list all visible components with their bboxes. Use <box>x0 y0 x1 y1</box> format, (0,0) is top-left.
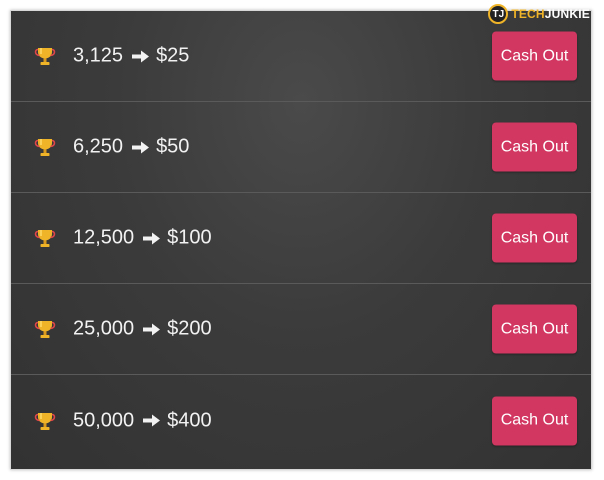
cash-out-button[interactable]: Cash Out <box>492 304 577 354</box>
cash-amount: $50 <box>156 135 190 158</box>
rewards-list: 3,125 $25 Cash Out 6,250 $50 Cash Out 12… <box>10 10 592 470</box>
reward-text: 12,500 $100 <box>73 227 212 250</box>
cash-amount: $200 <box>167 317 212 340</box>
points-value: 50,000 <box>73 409 135 431</box>
right-arrow-icon <box>143 232 161 244</box>
points-value: 3,125 <box>73 44 124 67</box>
reward-row: 6,250 $50 Cash Out <box>11 102 591 193</box>
techjunkie-watermark: TJ TECHJUNKIE <box>488 3 590 25</box>
cash-amount: $100 <box>167 226 212 249</box>
watermark-brand-part1: TECH <box>511 7 545 21</box>
trophy-icon <box>34 412 56 430</box>
cash-amount: $25 <box>156 44 190 67</box>
reward-text: 25,000 $200 <box>73 318 212 341</box>
cash-amount: $400 <box>167 409 212 431</box>
trophy-icon <box>34 139 56 156</box>
points-value: 12,500 <box>73 226 135 249</box>
reward-row: 25,000 $200 Cash Out <box>11 284 591 375</box>
reward-text: 3,125 $25 <box>73 45 189 68</box>
trophy-icon <box>34 48 56 65</box>
trophy-icon <box>34 230 56 247</box>
reward-row: 12,500 $100 Cash Out <box>11 193 591 284</box>
cash-out-button[interactable]: Cash Out <box>492 122 577 172</box>
techjunkie-logo-icon: TJ <box>488 4 509 24</box>
right-arrow-icon <box>132 50 150 62</box>
reward-text: 50,000 $400 <box>73 409 212 432</box>
points-value: 25,000 <box>73 317 135 340</box>
right-arrow-icon <box>143 414 161 427</box>
right-arrow-icon <box>143 323 161 335</box>
trophy-icon <box>34 321 56 338</box>
points-value: 6,250 <box>73 135 124 158</box>
cash-out-button[interactable]: Cash Out <box>492 213 577 263</box>
cash-out-button[interactable]: Cash Out <box>492 31 577 81</box>
cash-out-button[interactable]: Cash Out <box>492 396 577 445</box>
reward-row: 50,000 $400 Cash Out <box>11 375 591 466</box>
reward-text: 6,250 $50 <box>73 136 189 159</box>
watermark-brand-part2: JUNKIE <box>544 7 590 21</box>
right-arrow-icon <box>132 141 150 153</box>
watermark-text: TECHJUNKIE <box>511 7 590 21</box>
